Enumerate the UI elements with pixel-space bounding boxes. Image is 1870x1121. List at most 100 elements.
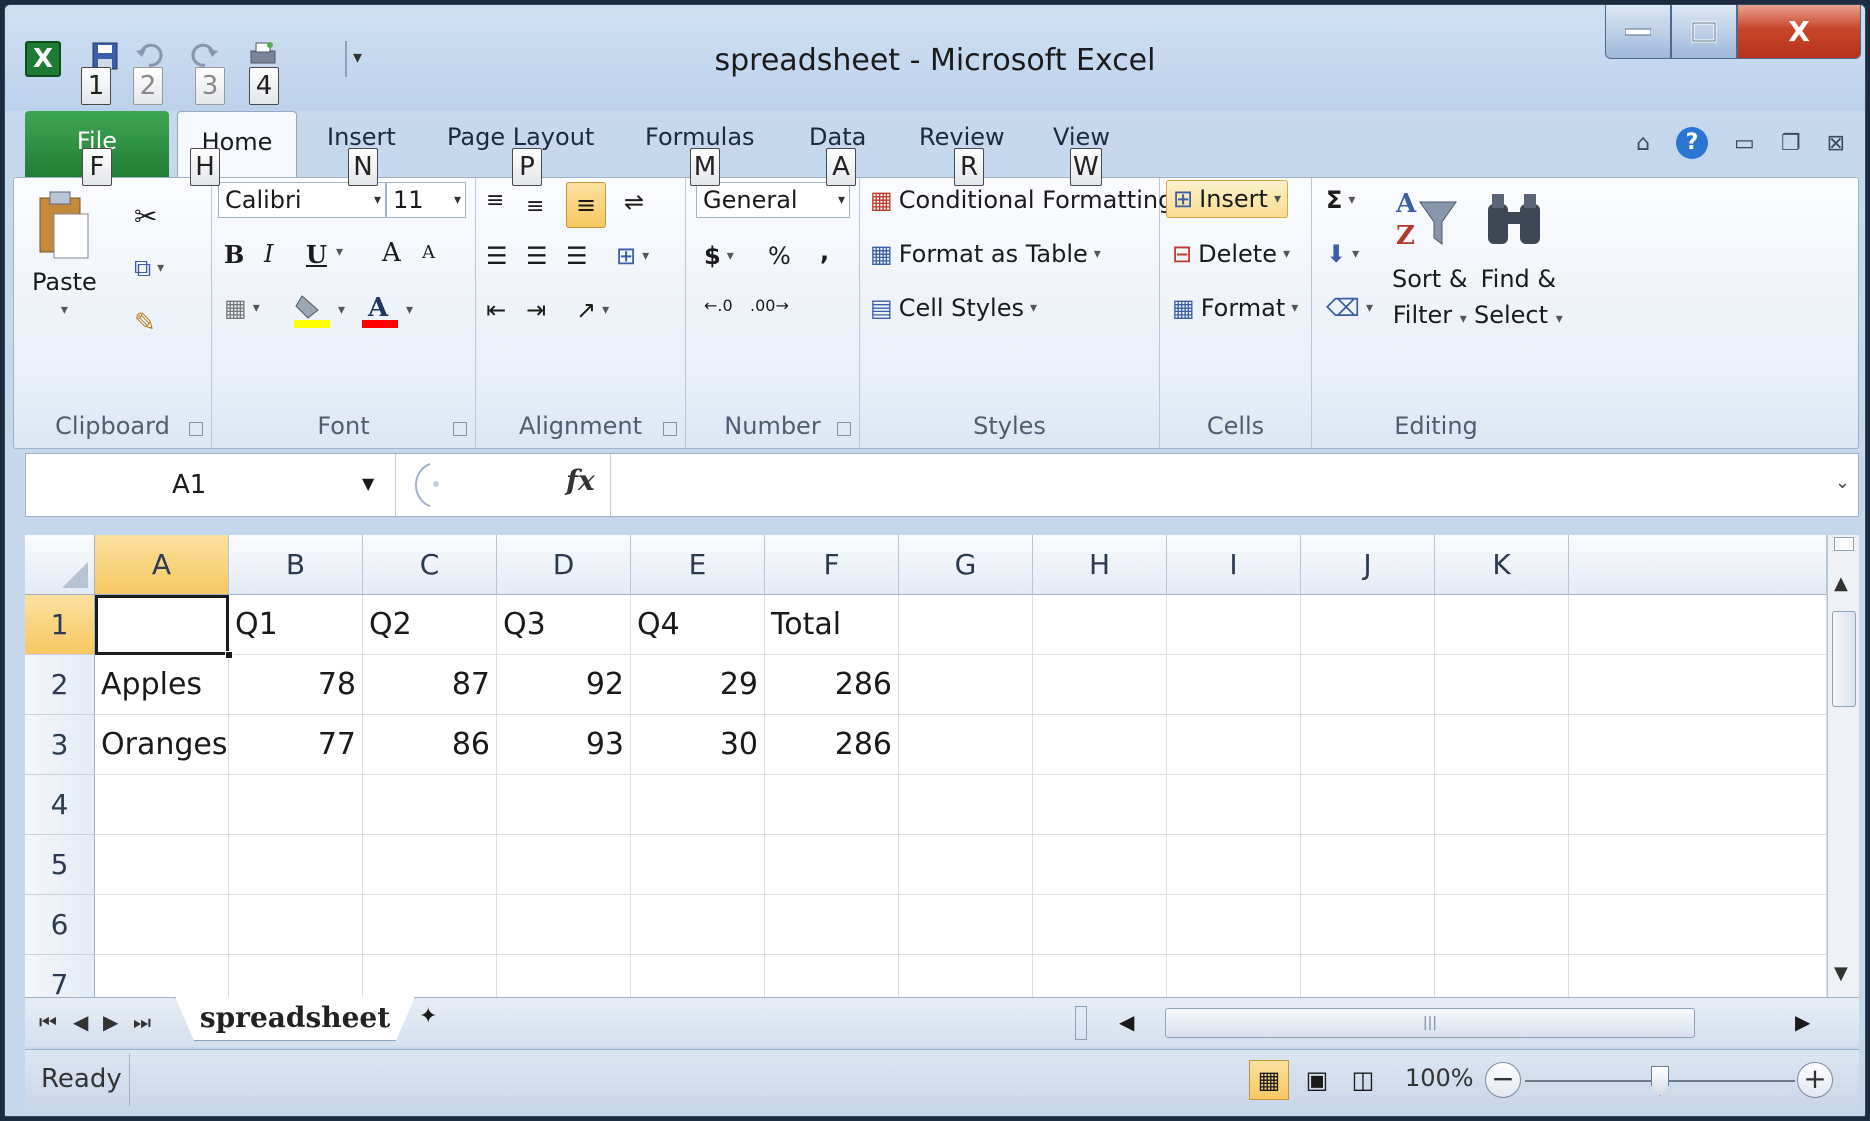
column-header-e[interactable]: E bbox=[631, 535, 765, 595]
format-as-table-button[interactable]: ▦ Format as Table ▾ bbox=[870, 240, 1101, 268]
cell-e2[interactable]: 29 bbox=[631, 655, 765, 715]
cell-k6[interactable] bbox=[1435, 895, 1569, 955]
cell-e5[interactable] bbox=[631, 835, 765, 895]
cell-d7[interactable] bbox=[497, 955, 631, 997]
cell-i1[interactable] bbox=[1167, 595, 1301, 655]
cell-k1[interactable] bbox=[1435, 595, 1569, 655]
cell-c7[interactable] bbox=[363, 955, 497, 997]
cell-g7[interactable] bbox=[899, 955, 1033, 997]
zoom-in-button[interactable]: + bbox=[1797, 1062, 1833, 1098]
grow-font-button[interactable]: A bbox=[382, 238, 401, 268]
last-sheet-icon[interactable]: ⏭ bbox=[133, 1010, 151, 1034]
cell-h6[interactable] bbox=[1033, 895, 1167, 955]
percent-button[interactable]: % bbox=[768, 242, 791, 270]
cell-j4[interactable] bbox=[1301, 775, 1435, 835]
cell-l7[interactable] bbox=[1569, 955, 1827, 997]
scroll-right-icon[interactable]: ▶ bbox=[1795, 1010, 1810, 1034]
cell-b6[interactable] bbox=[229, 895, 363, 955]
cell-e4[interactable] bbox=[631, 775, 765, 835]
cell-j6[interactable] bbox=[1301, 895, 1435, 955]
cell-e7[interactable] bbox=[631, 955, 765, 997]
column-header-k[interactable]: K bbox=[1435, 535, 1569, 595]
number-launcher-icon[interactable] bbox=[837, 422, 851, 436]
cell-a2[interactable]: Apples bbox=[95, 655, 229, 715]
cell-f3[interactable]: 286 bbox=[765, 715, 899, 775]
font-launcher-icon[interactable] bbox=[453, 422, 467, 436]
cell-l3[interactable] bbox=[1569, 715, 1827, 775]
fill-button[interactable]: ⬇ ▾ bbox=[1326, 240, 1359, 268]
name-box-dropdown-icon[interactable]: ▼ bbox=[362, 474, 374, 493]
autosum-button[interactable]: Σ ▾ bbox=[1326, 186, 1355, 214]
horizontal-scrollbar[interactable]: ◀ ||| ▶ bbox=[1105, 1006, 1835, 1040]
name-box[interactable]: A1 bbox=[26, 454, 396, 516]
column-header-i[interactable]: I bbox=[1167, 535, 1301, 595]
formula-input[interactable] bbox=[610, 454, 1818, 516]
underline-dropdown-icon[interactable]: ▾ bbox=[336, 244, 343, 260]
cell-h2[interactable] bbox=[1033, 655, 1167, 715]
expand-formula-bar-icon[interactable]: ⌄ bbox=[1835, 472, 1850, 493]
cell-b2[interactable]: 78 bbox=[229, 655, 363, 715]
formula-bar-divider-icon[interactable] bbox=[410, 462, 450, 508]
cell-j1[interactable] bbox=[1301, 595, 1435, 655]
scroll-down-icon[interactable]: ▼ bbox=[1834, 963, 1848, 984]
cell-k2[interactable] bbox=[1435, 655, 1569, 715]
minimize-button[interactable] bbox=[1605, 5, 1671, 59]
cell-h7[interactable] bbox=[1033, 955, 1167, 997]
row-header-6[interactable]: 6 bbox=[25, 895, 95, 955]
vertical-scroll-thumb[interactable] bbox=[1832, 611, 1856, 707]
font-color-button[interactable]: A ▾ bbox=[360, 290, 413, 330]
active-cell-a1[interactable] bbox=[95, 595, 229, 655]
cell-d3[interactable]: 93 bbox=[497, 715, 631, 775]
cell-c5[interactable] bbox=[363, 835, 497, 895]
cell-i3[interactable] bbox=[1167, 715, 1301, 775]
sort-filter-button[interactable]: Sort & Filter ▾ bbox=[1392, 262, 1468, 336]
align-right-button[interactable]: ☰ bbox=[566, 242, 588, 270]
cell-d2[interactable]: 92 bbox=[497, 655, 631, 715]
column-header-b[interactable]: B bbox=[229, 535, 363, 595]
zoom-slider-thumb[interactable] bbox=[1651, 1066, 1669, 1096]
row-header-5[interactable]: 5 bbox=[25, 835, 95, 895]
cell-a3[interactable]: Oranges bbox=[95, 715, 229, 775]
delete-cells-button[interactable]: ⊟ Delete ▾ bbox=[1172, 240, 1290, 268]
tab-data[interactable]: Data bbox=[809, 123, 866, 151]
cell-i4[interactable] bbox=[1167, 775, 1301, 835]
row-header-2[interactable]: 2 bbox=[25, 655, 95, 715]
clipboard-launcher-icon[interactable] bbox=[189, 422, 203, 436]
insert-worksheet-icon[interactable]: ✦ bbox=[419, 1004, 463, 1038]
cell-d1[interactable]: Q3 bbox=[497, 595, 631, 655]
cell-j2[interactable] bbox=[1301, 655, 1435, 715]
column-header-a[interactable]: A bbox=[95, 535, 229, 595]
vertical-scrollbar[interactable]: ▲ ▼ bbox=[1827, 535, 1859, 997]
cell-h5[interactable] bbox=[1033, 835, 1167, 895]
cell-i7[interactable] bbox=[1167, 955, 1301, 997]
horizontal-scroll-thumb[interactable]: ||| bbox=[1165, 1008, 1695, 1038]
tab-insert[interactable]: Insert bbox=[327, 123, 396, 151]
cell-d4[interactable] bbox=[497, 775, 631, 835]
currency-button[interactable]: $ ▾ bbox=[704, 242, 734, 270]
cell-g4[interactable] bbox=[899, 775, 1033, 835]
tab-review[interactable]: Review bbox=[919, 123, 1005, 151]
column-header-c[interactable]: C bbox=[363, 535, 497, 595]
orientation-button[interactable]: ↗ ▾ bbox=[576, 296, 609, 324]
cell-f5[interactable] bbox=[765, 835, 899, 895]
italic-button[interactable]: I bbox=[264, 240, 273, 268]
align-center-button[interactable]: ☰ bbox=[526, 242, 548, 270]
clear-button[interactable]: ⌫ ▾ bbox=[1326, 294, 1373, 322]
alignment-launcher-icon[interactable] bbox=[663, 422, 677, 436]
tab-view[interactable]: View bbox=[1053, 123, 1110, 151]
paste-dropdown-icon[interactable]: ▾ bbox=[61, 302, 68, 318]
fill-color-button[interactable]: ▾ bbox=[292, 290, 345, 330]
insert-function-icon[interactable]: fx bbox=[566, 464, 595, 497]
cell-c2[interactable]: 87 bbox=[363, 655, 497, 715]
close-button[interactable]: X bbox=[1737, 5, 1861, 59]
middle-align-button[interactable]: ≡ bbox=[526, 194, 544, 219]
cell-b5[interactable] bbox=[229, 835, 363, 895]
cell-g2[interactable] bbox=[899, 655, 1033, 715]
cell-c6[interactable] bbox=[363, 895, 497, 955]
cell-g1[interactable] bbox=[899, 595, 1033, 655]
cell-d6[interactable] bbox=[497, 895, 631, 955]
cell-styles-button[interactable]: ▤ Cell Styles ▾ bbox=[870, 294, 1037, 322]
doc-close-icon[interactable]: ⊠ bbox=[1827, 131, 1845, 156]
sheet-tab-spreadsheet[interactable]: spreadsheet bbox=[175, 997, 415, 1041]
cell-a7[interactable] bbox=[95, 955, 229, 997]
